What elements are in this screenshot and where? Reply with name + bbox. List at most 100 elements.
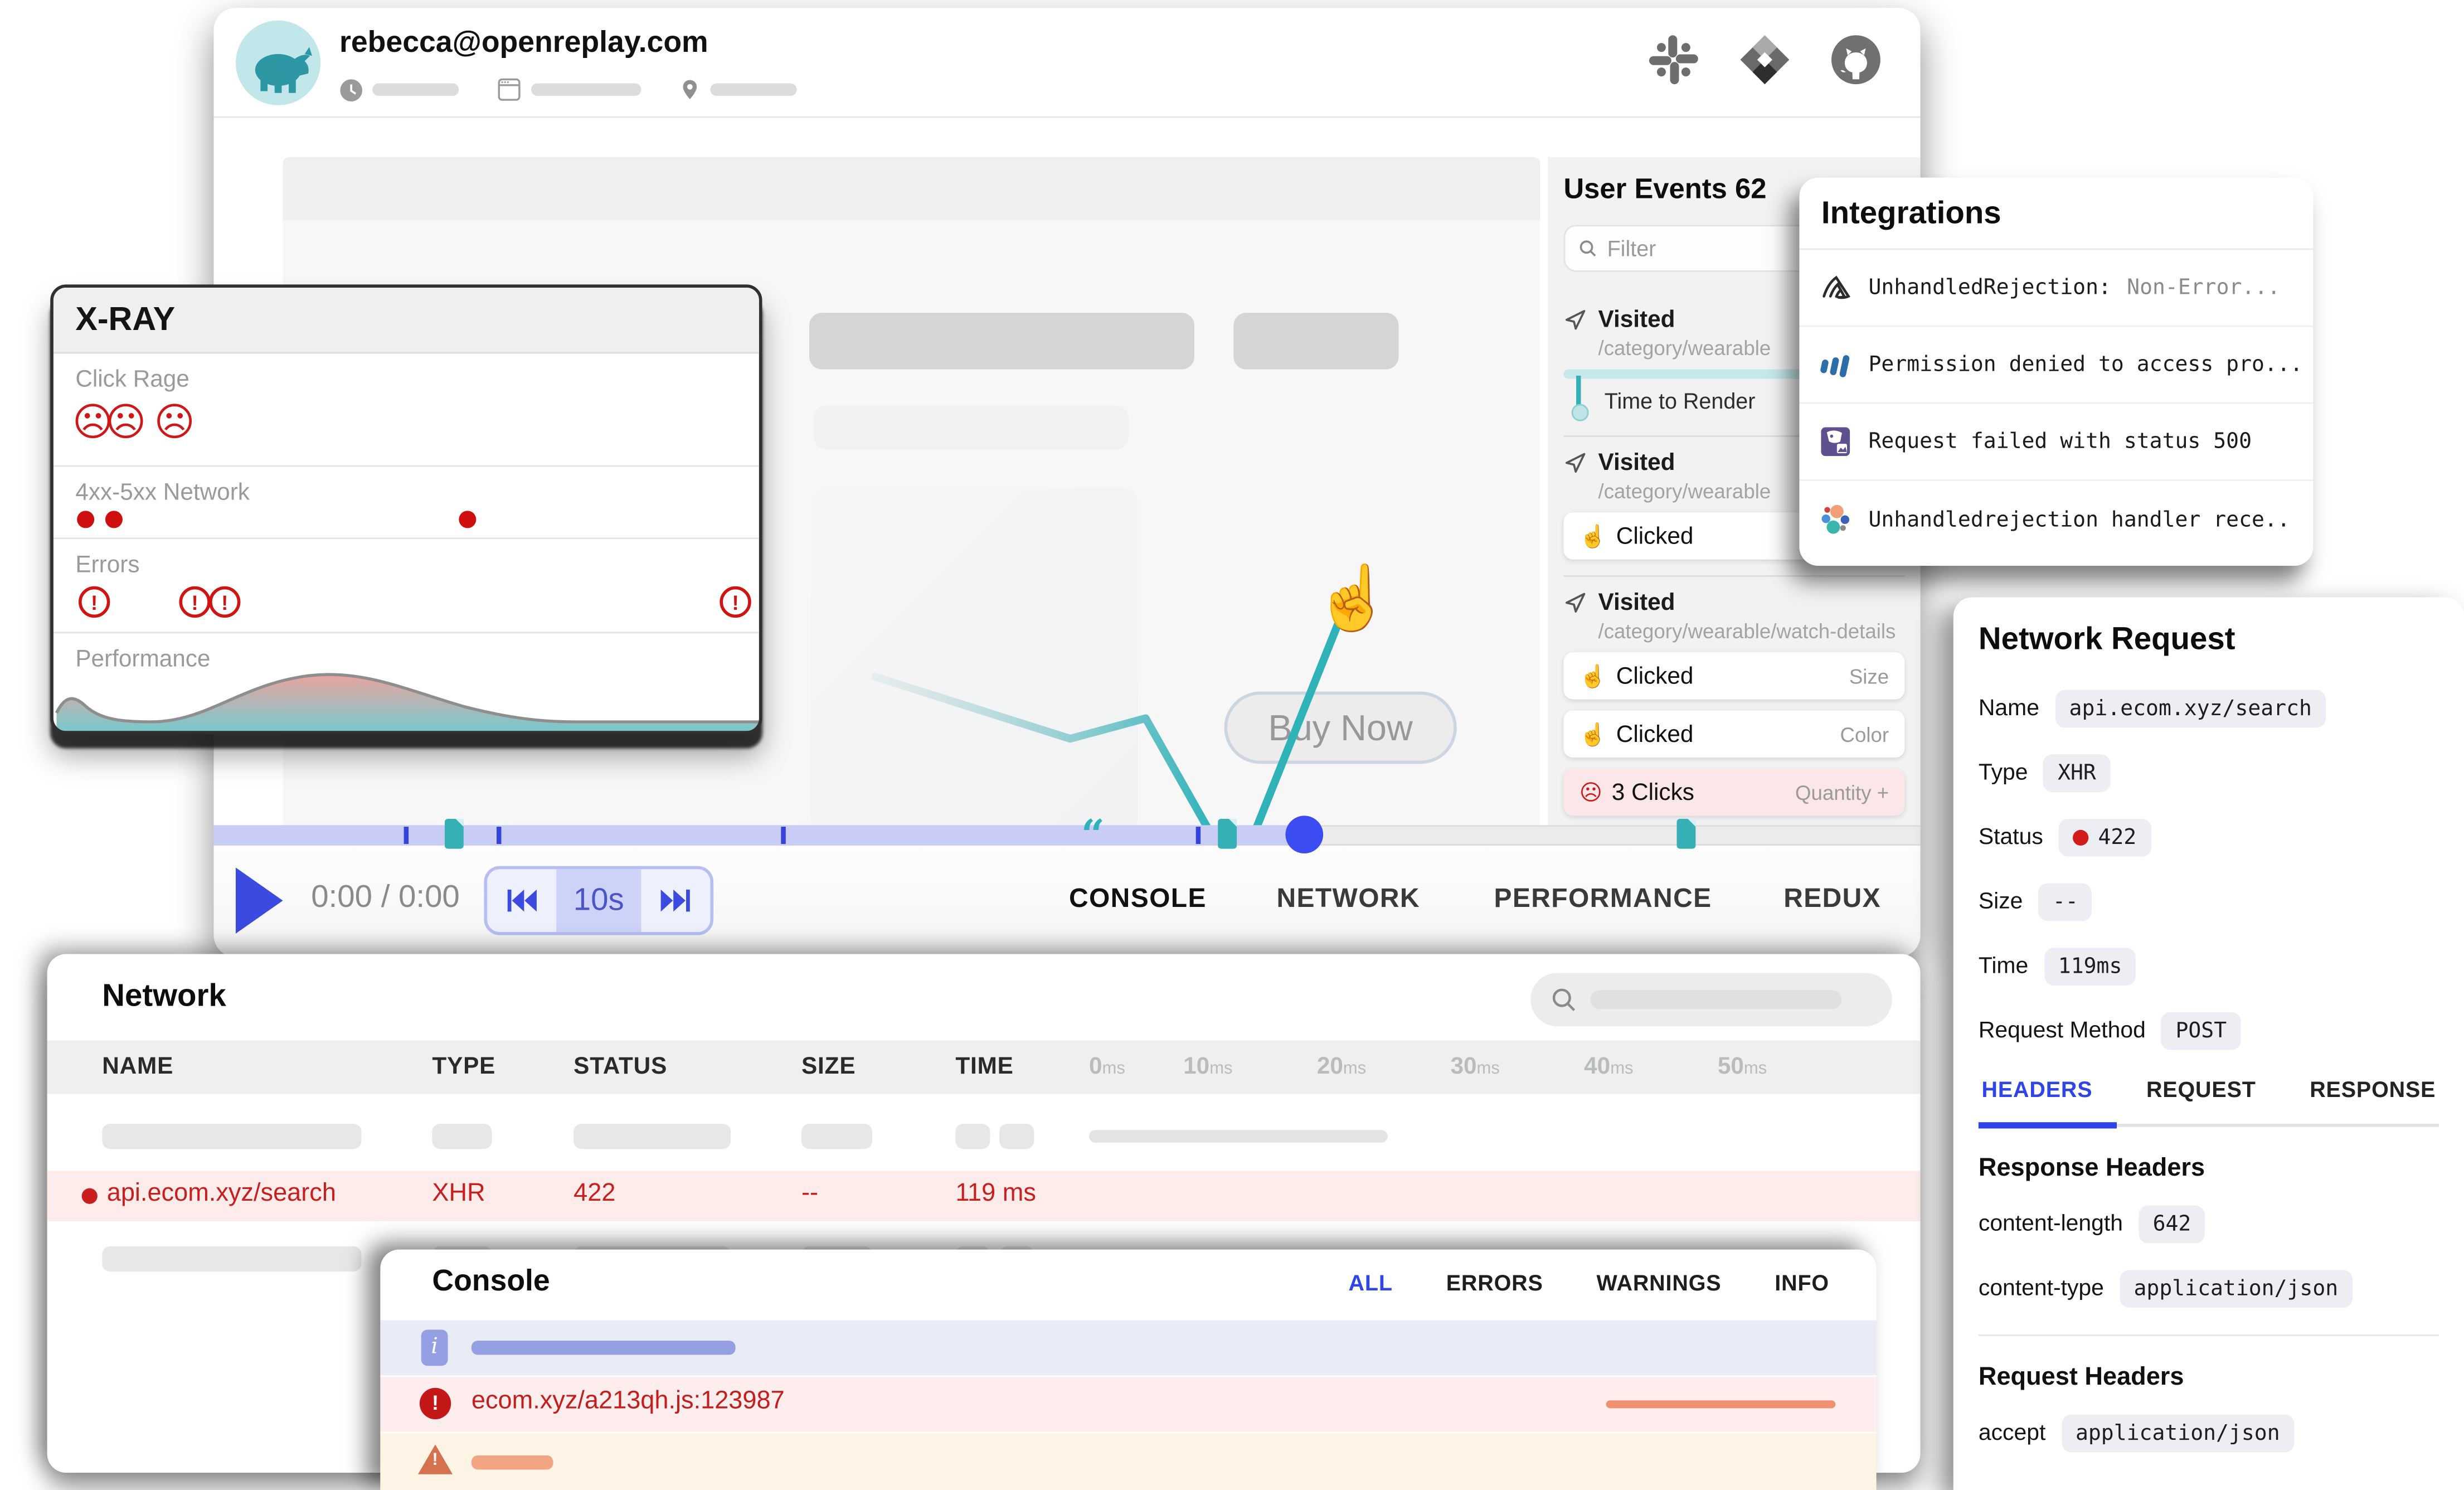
screenshot-stage: rebecca@openreplay.com — [0, 0, 2464, 1490]
integrations-title: Integrations — [1799, 178, 2313, 250]
console-log-error[interactable]: ! ecom.xyz/a213qh.js:123987 — [380, 1377, 1876, 1432]
log-placeholder-bar — [472, 1341, 736, 1355]
timeline-event-tick[interactable] — [781, 827, 785, 844]
row-time: 119 ms — [955, 1181, 1036, 1209]
network-error-dot — [459, 511, 476, 528]
col-type: TYPE — [432, 1053, 495, 1080]
row-status: 422 — [574, 1181, 615, 1209]
playhead[interactable] — [1285, 816, 1323, 853]
col-status: STATUS — [574, 1053, 667, 1080]
timeline-event-tick[interactable] — [1196, 827, 1201, 844]
request-status-value: 422 — [2059, 819, 2151, 857]
angry-face-icon: ☹ — [1580, 779, 1602, 805]
angry-face-icon: ☹ — [105, 404, 146, 443]
pointer-hand-icon: ☝ — [1314, 561, 1392, 635]
integration-item[interactable]: Request failed with status 500 — [1799, 404, 2313, 481]
xray-performance-section: Performance — [54, 633, 759, 731]
tab-redux[interactable]: REDUX — [1783, 884, 1881, 915]
integration-item[interactable]: Permission denied to access pro... — [1799, 327, 2313, 404]
navigate-icon — [1564, 591, 1587, 614]
xray-click-rage-section: Click Rage ☹ ☹ ☹ — [54, 353, 759, 467]
tab-network[interactable]: NETWORK — [1276, 884, 1420, 915]
tab-info[interactable]: INFO — [1775, 1270, 1829, 1295]
error-dot — [82, 1188, 98, 1204]
tab-warnings[interactable]: WARNINGS — [1597, 1270, 1722, 1295]
clicked-event-card[interactable]: ☝ Clicked Size — [1564, 652, 1905, 700]
xray-title: X-RAY — [54, 288, 759, 353]
tab-request[interactable]: REQUEST — [2146, 1076, 2256, 1101]
integration-item[interactable]: UnhandledRejection: Non-Error... — [1799, 250, 2313, 327]
skeleton-image — [811, 487, 1138, 833]
page-mock-toolbar — [283, 157, 1540, 220]
network-row-placeholder[interactable] — [47, 1111, 1921, 1161]
tab-performance[interactable]: PERFORMANCE — [1494, 884, 1712, 915]
location-placeholder — [710, 83, 796, 96]
waterfall-tick: 20ms — [1317, 1053, 1366, 1080]
jira-icon[interactable] — [1738, 33, 1791, 86]
waterfall-tick: 30ms — [1450, 1053, 1499, 1080]
field-label: Type — [1979, 761, 2028, 786]
tab-response[interactable]: RESPONSE — [2310, 1076, 2436, 1101]
request-type-value: XHR — [2044, 754, 2111, 792]
skeleton-subtitle — [814, 405, 1129, 449]
row-name: api.ecom.xyz/search — [107, 1181, 336, 1209]
request-name-value: api.ecom.xyz/search — [2055, 690, 2326, 728]
status-error-dot — [2073, 830, 2088, 846]
waterfall-tick: 40ms — [1584, 1053, 1633, 1080]
tab-console[interactable]: CONSOLE — [1069, 884, 1207, 915]
tab-headers[interactable]: HEADERS — [1982, 1076, 2093, 1101]
search-icon — [1578, 237, 1598, 259]
timeline-page-marker[interactable] — [445, 819, 464, 849]
request-size-value: -- — [2039, 884, 2093, 921]
field-label: Name — [1979, 696, 2039, 721]
alert-circle-icon: ! — [179, 586, 210, 618]
request-detail-tabs: HEADERS REQUEST RESPONSE — [1982, 1076, 2436, 1101]
log-placeholder-bar — [1606, 1400, 1836, 1408]
xray-network-section: 4xx-5xx Network — [54, 467, 759, 539]
clock-icon — [339, 78, 363, 101]
tab-errors[interactable]: ERRORS — [1446, 1270, 1543, 1295]
console-log-info[interactable]: i — [380, 1320, 1876, 1375]
search-placeholder-bar — [1590, 990, 1841, 1009]
timeline-page-marker[interactable] — [1677, 819, 1696, 849]
network-search[interactable] — [1530, 973, 1892, 1026]
network-request-title: Network Request — [1979, 623, 2439, 659]
rage-click-event-card[interactable]: ☹ 3 Clicks Quantity + — [1564, 769, 1905, 816]
alert-circle-icon: ! — [79, 586, 110, 618]
response-headers-title: Response Headers — [1979, 1155, 2439, 1183]
skeleton-title-small — [1233, 313, 1398, 370]
integration-item[interactable]: Unhandledrejection handler rece.. — [1799, 481, 2313, 558]
timeline-remaining — [1304, 825, 1920, 846]
avatar — [236, 21, 320, 105]
player-timeline[interactable]: “ — [213, 825, 1920, 846]
request-time-value: 119ms — [2044, 948, 2136, 986]
error-source: ecom.xyz/a213qh.js:123987 — [472, 1388, 785, 1416]
network-title: Network — [102, 979, 226, 1016]
timeline-event-tick[interactable] — [404, 827, 409, 844]
field-label: Time — [1979, 954, 2028, 979]
timeline-page-marker[interactable] — [1218, 819, 1237, 849]
skeleton-title — [809, 313, 1194, 370]
github-icon[interactable] — [1829, 33, 1883, 86]
request-headers-title: Request Headers — [1979, 1364, 2439, 1392]
search-icon — [1549, 986, 1578, 1014]
timeline-played — [213, 825, 1304, 846]
console-log-warning[interactable]: ! — [380, 1433, 1876, 1490]
error-icon: ! — [420, 1388, 451, 1419]
tab-all[interactable]: ALL — [1349, 1270, 1393, 1295]
row-size: -- — [801, 1181, 818, 1209]
buy-now-button[interactable]: Buy Now — [1224, 692, 1456, 764]
user-events-count: 62 — [1735, 173, 1766, 204]
rhino-avatar-icon — [236, 21, 320, 105]
network-row-error[interactable]: api.ecom.xyz/search XHR 422 -- 119 ms — [47, 1171, 1921, 1221]
clicked-event-card[interactable]: ☝ Clicked Color — [1564, 710, 1905, 758]
visited-event[interactable]: Visited — [1564, 589, 1905, 616]
timeline-quote-marker: “ — [1081, 813, 1105, 860]
col-time: TIME — [955, 1053, 1013, 1080]
col-size: SIZE — [801, 1053, 856, 1080]
waves-icon — [1818, 347, 1853, 382]
click-hand-icon: ☝ — [1580, 523, 1607, 550]
timeline-event-tick[interactable] — [497, 827, 501, 844]
slack-icon[interactable] — [1647, 33, 1700, 86]
log-placeholder-bar — [472, 1455, 553, 1469]
